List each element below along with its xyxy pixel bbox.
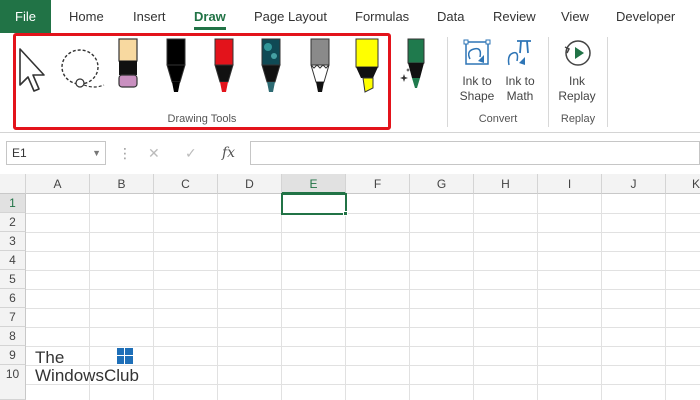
ink-replay-icon: [564, 40, 591, 66]
column-header[interactable]: F: [346, 174, 410, 194]
enter-icon[interactable]: ✓: [185, 141, 197, 165]
gridline: [26, 308, 700, 309]
chevron-down-icon[interactable]: ▼: [92, 142, 101, 164]
cancel-icon[interactable]: ✕: [148, 141, 160, 165]
add-pen-icon[interactable]: [400, 38, 428, 96]
gridline: [26, 270, 700, 271]
fill-handle[interactable]: [343, 211, 348, 216]
tab-view[interactable]: View: [561, 0, 589, 33]
row-header[interactable]: 10: [0, 365, 26, 400]
ink-replay-label-line2: Replay: [558, 89, 596, 103]
row-header[interactable]: 2: [0, 213, 26, 232]
gridline: [26, 327, 700, 328]
tab-page-layout[interactable]: Page Layout: [254, 0, 327, 33]
row-header[interactable]: 3: [0, 232, 26, 251]
row-header[interactable]: 6: [0, 289, 26, 308]
ink-to-shape-label-line1: Ink to: [462, 74, 492, 88]
tab-insert[interactable]: Insert: [133, 0, 166, 33]
column-header[interactable]: D: [218, 174, 282, 194]
insert-function-icon[interactable]: fx: [222, 141, 235, 165]
row-header[interactable]: 9: [0, 346, 26, 365]
column-header[interactable]: G: [410, 174, 474, 194]
convert-group-label: Convert: [478, 113, 518, 125]
gridline: [409, 194, 410, 400]
gridline: [26, 213, 700, 214]
tab-developer[interactable]: Developer: [616, 0, 675, 33]
column-header[interactable]: B: [90, 174, 154, 194]
formula-bar: E1 ▼ ⋮ ✕ ✓ fx: [0, 133, 700, 173]
gridline: [26, 251, 700, 252]
row-header[interactable]: 7: [0, 308, 26, 327]
gridline: [217, 194, 218, 400]
ink-to-math-label-line2: Math: [506, 89, 534, 103]
ink-to-math-icon: [507, 40, 531, 66]
tab-file[interactable]: File: [0, 0, 51, 33]
column-header[interactable]: A: [26, 174, 90, 194]
column-header[interactable]: J: [602, 174, 666, 194]
gridline: [473, 194, 474, 400]
column-header[interactable]: I: [538, 174, 602, 194]
gridline: [345, 194, 346, 400]
active-cell[interactable]: [281, 193, 347, 215]
row-header[interactable]: 5: [0, 270, 26, 289]
column-header[interactable]: K: [666, 174, 700, 194]
ink-to-math-button[interactable]: Ink to Math: [499, 37, 541, 109]
watermark-line2: WindowsClub: [35, 366, 139, 385]
tab-review[interactable]: Review: [493, 0, 536, 33]
active-tab-underline: [194, 27, 226, 30]
ink-to-shape-button[interactable]: Ink to Shape: [456, 37, 498, 109]
row-header-selected[interactable]: 1: [0, 194, 26, 213]
gridline: [26, 232, 700, 233]
windowsclub-logo-icon: [117, 348, 133, 364]
select-all-corner[interactable]: [0, 174, 26, 194]
gridline: [281, 194, 282, 400]
column-header-selected[interactable]: E: [282, 174, 346, 194]
gridline: [537, 194, 538, 400]
ink-replay-button[interactable]: Ink Replay: [555, 37, 599, 109]
tab-draw-label: Draw: [194, 9, 226, 24]
row-header[interactable]: 8: [0, 327, 26, 346]
gridline: [26, 346, 700, 347]
name-box[interactable]: E1 ▼: [6, 141, 106, 165]
tab-data[interactable]: Data: [437, 0, 464, 33]
tab-draw[interactable]: Draw: [194, 0, 226, 33]
ribbon: Drawing Tools Ink to Shape Ink to Math C…: [0, 33, 700, 133]
formula-input[interactable]: [250, 141, 700, 165]
gridline: [665, 194, 666, 400]
name-box-value: E1: [12, 146, 27, 160]
gridline: [601, 194, 602, 400]
watermark-line1: The: [35, 348, 65, 367]
column-header[interactable]: H: [474, 174, 538, 194]
replay-group-label: Replay: [560, 113, 596, 125]
gridline: [26, 289, 700, 290]
ink-to-shape-label-line2: Shape: [459, 89, 495, 103]
tab-formulas[interactable]: Formulas: [355, 0, 409, 33]
tab-home[interactable]: Home: [69, 0, 104, 33]
ribbon-tab-bar: File Home Insert Draw Page Layout Formul…: [0, 0, 700, 33]
row-header[interactable]: 4: [0, 251, 26, 270]
ribbon-separator: [607, 37, 608, 127]
drawing-tools-group-label: Drawing Tools: [167, 113, 237, 125]
more-options-icon[interactable]: ⋮: [118, 141, 132, 165]
column-header[interactable]: C: [154, 174, 218, 194]
gridline: [153, 194, 154, 400]
ink-to-shape-icon: [463, 39, 491, 65]
ink-to-math-label-line1: Ink to: [505, 74, 535, 88]
ink-replay-label-line1: Ink: [568, 74, 585, 88]
